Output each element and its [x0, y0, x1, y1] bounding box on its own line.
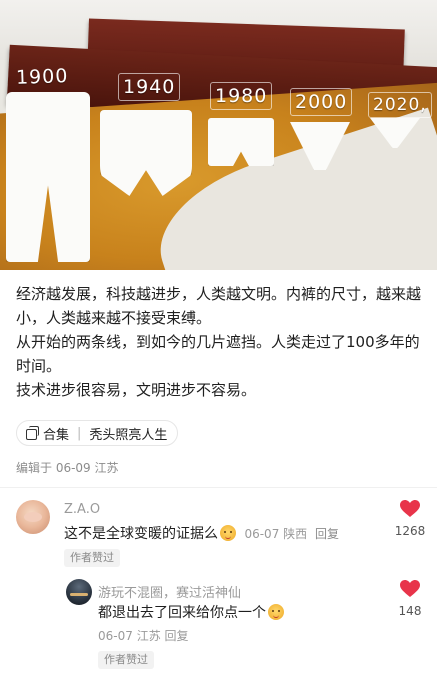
- comment-meta: 06-07 陕西 回复: [244, 527, 339, 541]
- year-label: 1940: [118, 73, 181, 101]
- collection-name: 秃头照亮人生: [89, 427, 168, 443]
- year-label: 2000: [290, 88, 353, 116]
- year-label: 1980: [210, 82, 273, 110]
- comment-location: 陕西: [283, 527, 308, 541]
- author-liked-badge: 作者赞过: [64, 549, 120, 567]
- edit-meta: 编辑于 06-09 江苏: [16, 461, 119, 475]
- post-paragraph: 从开始的两条线，到如今的几片遮挡。人类走过了100多年的时间。: [16, 333, 420, 375]
- like-button[interactable]: 148: [388, 580, 432, 618]
- post-image[interactable]: 1900 1940 1980 2000 2020,: [0, 0, 437, 270]
- avatar[interactable]: [66, 579, 92, 605]
- collection-chip[interactable]: 合集 | 秃头照亮人生: [16, 420, 179, 446]
- comment-author[interactable]: 游玩不混圈，赛过活神仙: [98, 582, 241, 601]
- smile-emoji-icon: [268, 604, 284, 620]
- heart-icon: [400, 500, 420, 518]
- like-count: 148: [398, 604, 422, 618]
- reply-button[interactable]: 回复: [165, 629, 189, 643]
- comment-date: 06-07: [98, 629, 133, 643]
- heart-icon: [400, 580, 420, 598]
- like-count: 1268: [394, 524, 426, 538]
- post-paragraph: 经济越发展，科技越进步，人类越文明。内裤的尺寸，越来越小，人类越来越不接受束缚。: [16, 285, 422, 327]
- collection-icon: [25, 426, 39, 440]
- chip-separator: |: [77, 425, 82, 441]
- comment-author[interactable]: Z.A.O: [64, 502, 100, 517]
- author-liked-badge: 作者赞过: [98, 651, 154, 669]
- divider: [0, 487, 437, 488]
- comment-text[interactable]: 都退出去了回来给你点一个: [98, 602, 286, 622]
- collection-label: 合集: [43, 427, 70, 443]
- smile-emoji-icon: [220, 525, 236, 541]
- like-button[interactable]: 1268: [388, 500, 432, 538]
- year-label: 1900: [15, 65, 69, 89]
- comment-text[interactable]: 这不是全球变暖的证据么 06-07 陕西 回复: [64, 523, 339, 543]
- comment-date: 06-07: [244, 527, 280, 541]
- reply-button[interactable]: 回复: [315, 527, 339, 541]
- comment-content: 这不是全球变暖的证据么: [64, 526, 218, 542]
- post-paragraph: 技术进步很容易，文明进步不容易。: [16, 381, 257, 399]
- year-label: 2020,: [368, 92, 432, 118]
- avatar[interactable]: [16, 500, 50, 534]
- post-body: 经济越发展，科技越进步，人类越文明。内裤的尺寸，越来越小，人类越来越不接受束缚。…: [16, 282, 421, 402]
- comment-location: 江苏: [136, 629, 161, 643]
- comment-content: 都退出去了回来给你点一个: [98, 605, 266, 621]
- comment-meta: 06-07 江苏 回复: [98, 627, 189, 644]
